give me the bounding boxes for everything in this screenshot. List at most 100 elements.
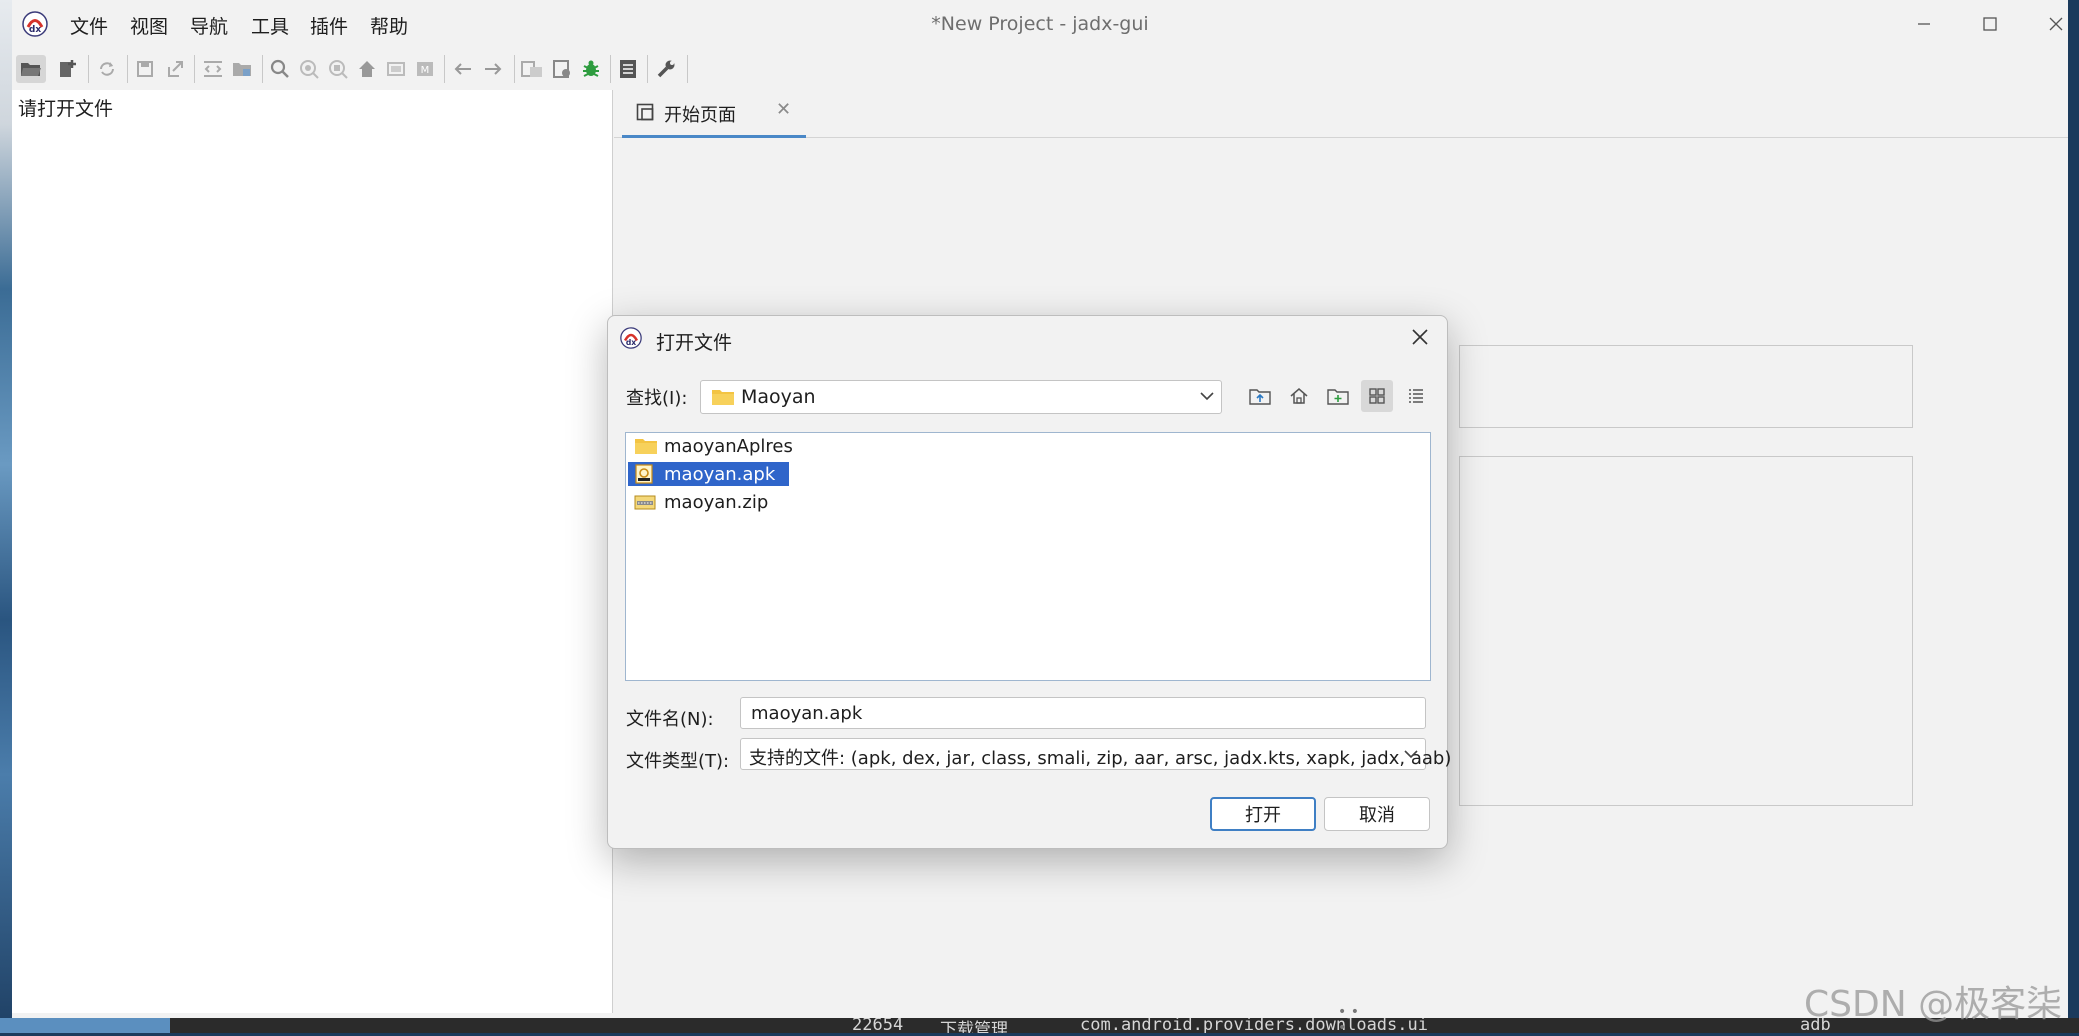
svg-text:dx: dx (29, 25, 41, 35)
forward-button[interactable] (478, 55, 508, 83)
decompile-all-button[interactable] (517, 55, 547, 83)
folder-icon (712, 390, 734, 405)
home-button[interactable] (352, 55, 382, 83)
debug-button[interactable] (576, 55, 606, 83)
toolbar-separator (687, 55, 688, 83)
file-type-value: 支持的文件: (apk, dex, jar, class, smali, zip… (749, 748, 1452, 769)
details-view-button[interactable] (1400, 380, 1432, 412)
toolbar: M (12, 48, 2068, 90)
list-item[interactable]: maoyan.apk (628, 462, 790, 486)
add-files-button[interactable] (52, 55, 82, 83)
back-icon (454, 63, 471, 75)
close-button[interactable] (2036, 10, 2076, 38)
save-icon (137, 61, 153, 77)
list-item[interactable]: maoyan.zip (628, 490, 782, 514)
list-view-button[interactable] (1361, 380, 1393, 412)
file-list[interactable]: maoyanAplres maoyan.apk maoyan.zip (625, 432, 1431, 681)
menu-tools[interactable]: 工具 (251, 12, 289, 39)
list-item[interactable]: maoyanAplres (628, 434, 807, 458)
tab-start-page[interactable]: 开始页面 ✕ (622, 90, 806, 138)
toolbar-separator (444, 55, 445, 83)
project-tree-panel[interactable]: 请打开文件 (12, 90, 613, 1013)
flatten-packages-button[interactable] (227, 55, 257, 83)
menu-help[interactable]: 帮助 (370, 12, 408, 39)
open-file-dialog: dx 打开文件 查找(I): Maoyan maoyanAplres maoya… (607, 315, 1451, 849)
new-folder-icon (1327, 389, 1349, 405)
menu-navigation[interactable]: 导航 (190, 12, 228, 39)
export-button[interactable] (160, 55, 190, 83)
dialog-close-button[interactable] (1403, 322, 1437, 352)
add-files-icon (60, 60, 76, 77)
open-file-button[interactable] (16, 55, 46, 83)
maximize-button[interactable] (1970, 10, 2010, 38)
forward-icon (485, 63, 502, 75)
file-name-label: 文件名(N): (626, 709, 714, 730)
maximize-icon (1983, 17, 1997, 31)
preferences-button[interactable] (651, 55, 681, 83)
sync-button[interactable] (92, 55, 122, 83)
menu-plugins[interactable]: 插件 (310, 12, 348, 39)
details-list-icon (1409, 389, 1423, 403)
home-folder-button[interactable] (1283, 380, 1315, 412)
watermark: CSDN @极客柒 (1804, 984, 2063, 1025)
apk-file-icon (635, 464, 653, 484)
dialog-title: 打开文件 (656, 332, 733, 354)
desktop-text-fragment: 22654 (852, 1018, 904, 1033)
tab-label: 开始页面 (664, 105, 736, 126)
minimize-icon (1918, 23, 1930, 25)
minimize-button[interactable] (1904, 10, 1944, 38)
zip-file-icon (634, 495, 656, 510)
cancel-button[interactable]: 取消 (1324, 797, 1430, 831)
svg-text:dx: dx (626, 338, 636, 347)
export-icon (168, 61, 183, 77)
file-name: maoyan.apk (664, 463, 776, 485)
open-button[interactable]: 打开 (1210, 797, 1316, 831)
back-button[interactable] (448, 55, 478, 83)
desktop-background-left (0, 0, 12, 1033)
toolbar-separator (610, 55, 611, 83)
tab-close-icon[interactable]: ✕ (776, 99, 791, 120)
start-page-panel-main (1459, 456, 1913, 806)
look-in-value: Maoyan (741, 386, 816, 408)
up-one-level-button[interactable] (1244, 380, 1276, 412)
open-folder-icon (21, 63, 41, 76)
collapse-button[interactable] (198, 55, 228, 83)
find-class-button[interactable] (294, 55, 324, 83)
save-button[interactable] (130, 55, 160, 83)
toolbar-separator (88, 55, 89, 83)
mark-icon: M (417, 62, 433, 76)
mark-button[interactable]: M (410, 55, 440, 83)
find-usage-button[interactable] (323, 55, 353, 83)
find-usage-icon (329, 60, 348, 79)
file-name-input[interactable] (740, 697, 1426, 729)
desktop-text-fragment: com.android.providers.downloads.ui (1080, 1018, 1428, 1033)
text-icon (387, 62, 405, 76)
jadx-logo-icon: dx (22, 11, 48, 37)
menu-file[interactable]: 文件 (70, 12, 108, 39)
new-folder-button[interactable] (1322, 380, 1354, 412)
home-icon (359, 61, 375, 77)
desktop-taskbar-fragment (0, 1018, 170, 1033)
log-viewer-button[interactable] (613, 55, 643, 83)
chevron-down-icon (1404, 750, 1418, 759)
splitter-handle[interactable]: • • • (1338, 1004, 1368, 1036)
text-view-button[interactable] (381, 55, 411, 83)
home-icon (1290, 388, 1308, 404)
folder-icon (635, 439, 657, 454)
preferences-icon (657, 60, 675, 78)
quark-button[interactable] (547, 55, 577, 83)
desktop-background-bottom: 22654 下载管理 com.android.providers.downloa… (0, 1018, 2079, 1033)
close-icon (1412, 329, 1428, 345)
jadx-logo-icon: dx (620, 327, 642, 349)
start-page-panel-recent (1459, 345, 1913, 428)
file-type-combobox[interactable]: 支持的文件: (apk, dex, jar, class, smali, zip… (740, 738, 1451, 770)
chevron-down-icon (1200, 392, 1214, 401)
quark-icon (553, 60, 570, 78)
close-icon (2049, 17, 2063, 31)
file-name: maoyanAplres (664, 435, 793, 457)
look-in-label: 查找(I): (626, 388, 688, 409)
debug-icon (583, 60, 599, 77)
menu-view[interactable]: 视图 (130, 12, 168, 39)
look-in-combobox[interactable]: Maoyan (700, 380, 1222, 414)
search-button[interactable] (265, 55, 295, 83)
